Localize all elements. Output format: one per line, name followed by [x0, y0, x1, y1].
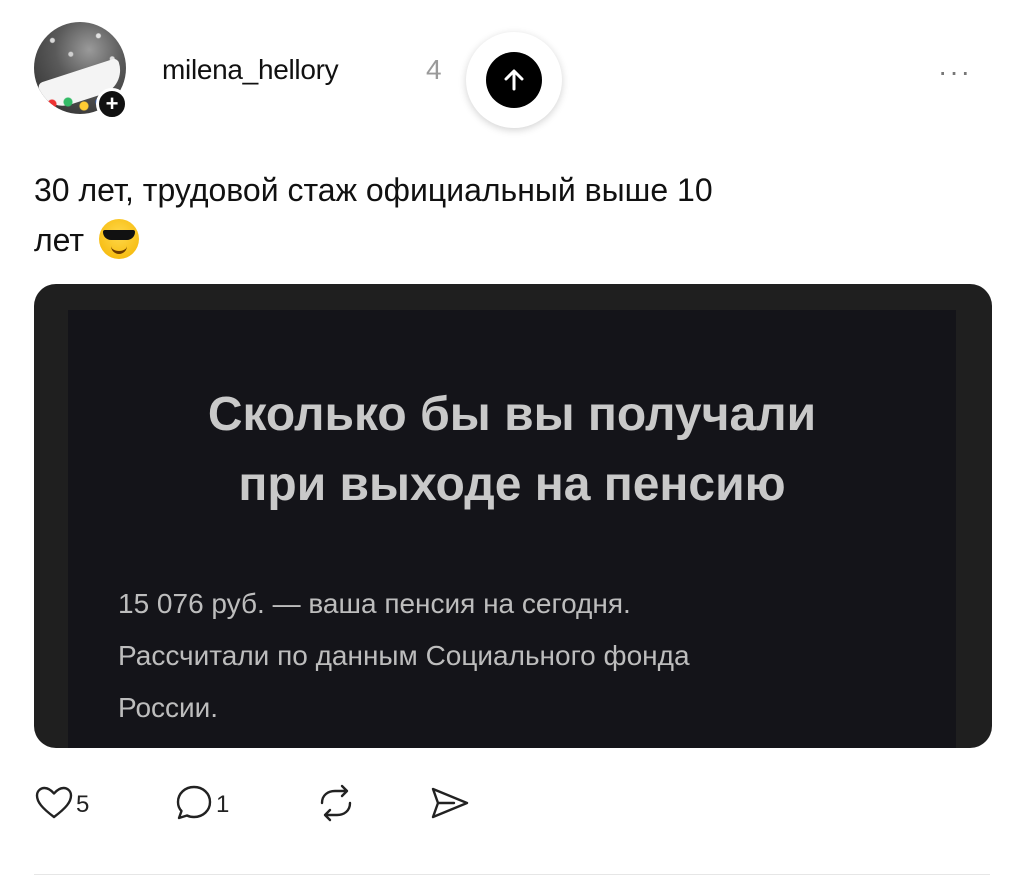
repost-button[interactable]	[314, 780, 358, 830]
comment-bubble-icon	[174, 783, 214, 828]
repost-icon	[314, 783, 358, 828]
card-body: 15 076 руб. — ваша пенсия на сегодня. Ра…	[118, 578, 916, 734]
card-body-line-1: 15 076 руб. — ваша пенсия на сегодня.	[118, 588, 631, 619]
sunglasses-emoji-icon	[98, 219, 139, 259]
author-username[interactable]: milena_hellory	[162, 54, 339, 86]
like-button[interactable]: 5	[34, 780, 89, 830]
more-dots-icon[interactable]: ···	[938, 56, 972, 88]
share-button[interactable]	[428, 780, 472, 830]
card-body-line-3: России.	[118, 692, 219, 723]
comment-count: 1	[216, 791, 230, 818]
post-text-line-2-wrap: лет	[34, 215, 914, 265]
post-text-line-2: лет	[34, 222, 85, 258]
post-time: 4	[426, 54, 442, 85]
follow-plus-icon[interactable]: +	[96, 88, 128, 120]
post-text: 30 лет, трудовой стаж официальный выше 1…	[34, 165, 914, 265]
send-icon	[428, 783, 472, 828]
arrow-up-icon	[486, 52, 542, 108]
like-count: 5	[76, 791, 90, 818]
heart-icon	[34, 783, 74, 828]
card-title: Сколько бы вы получали при выходе на пен…	[68, 380, 956, 520]
card-body-line-2: Рассчитали по данным Социального фонда	[118, 640, 690, 671]
card-title-line-2: при выходе на пенсию	[238, 458, 786, 511]
post-divider	[34, 874, 990, 875]
pension-card-image[interactable]: Сколько бы вы получали при выходе на пен…	[34, 284, 992, 748]
card-title-line-1: Сколько бы вы получали	[207, 388, 817, 441]
pension-card-inner: Сколько бы вы получали при выходе на пен…	[68, 310, 956, 748]
comment-button[interactable]: 1	[174, 780, 229, 830]
post-text-line-1: 30 лет, трудовой стаж официальный выше 1…	[34, 172, 713, 208]
scroll-to-top-button[interactable]	[466, 32, 562, 128]
